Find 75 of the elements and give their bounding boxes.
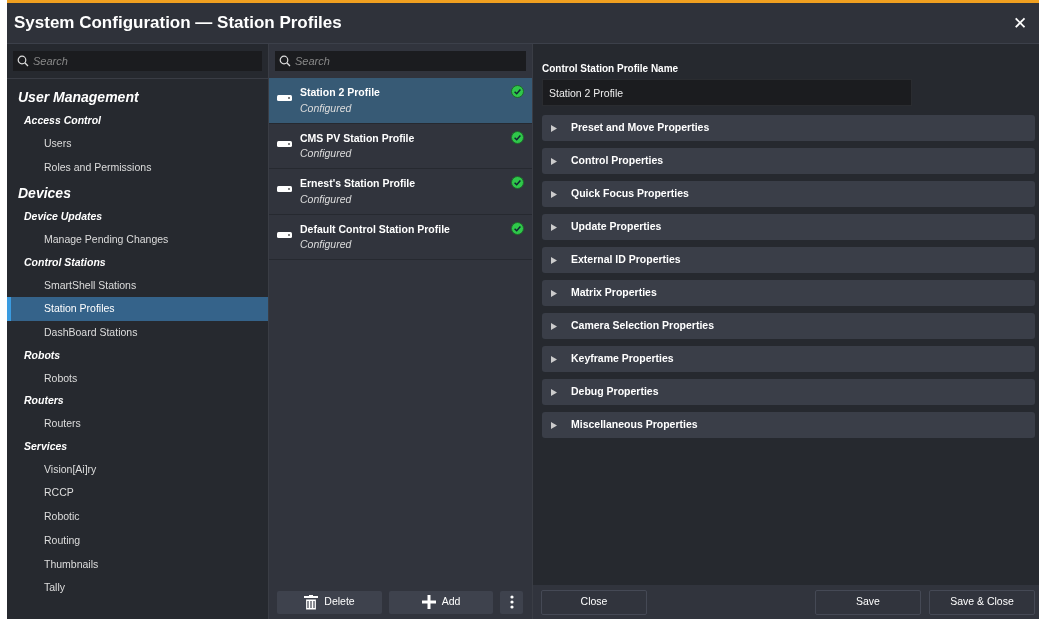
- group-heading: Routers: [23, 393, 65, 409]
- accordion-header[interactable]: Control Properties: [542, 148, 1035, 174]
- group-heading: Access Control: [23, 113, 103, 128]
- caret-icon: [551, 190, 557, 198]
- sidebar-item[interactable]: Station Profiles: [7, 297, 268, 321]
- group-heading: Services: [23, 438, 69, 454]
- accordion-header[interactable]: Camera Selection Properties: [542, 313, 1035, 339]
- close-button[interactable]: Close: [541, 589, 647, 615]
- accordion-header[interactable]: Preset and Move Properties: [542, 115, 1035, 141]
- accordion-header[interactable]: Update Properties: [542, 214, 1035, 240]
- profile-item[interactable]: CMS PV Station Profile Configured: [269, 123, 532, 169]
- accordion-header[interactable]: Debug Properties: [542, 379, 1035, 405]
- name-field[interactable]: Station 2 Profile: [542, 79, 912, 106]
- accordion-header[interactable]: Quick Focus Properties: [542, 181, 1035, 207]
- profile-status: Configured: [300, 191, 353, 207]
- sidebar-item[interactable]: Manage Pending Changes: [7, 228, 268, 252]
- accordion-header[interactable]: Keyframe Properties: [542, 346, 1035, 372]
- caret-icon: [551, 355, 557, 363]
- sidebar-item[interactable]: Vision[Ai]ry: [7, 457, 268, 482]
- group-heading: Control Stations: [23, 254, 107, 270]
- sidebar-item[interactable]: Thumbnails: [7, 552, 268, 577]
- profile-name: Default Control Station Profile: [300, 221, 451, 237]
- section-heading: Devices: [17, 184, 72, 204]
- accordion-header[interactable]: External ID Properties: [542, 247, 1035, 273]
- search-field[interactable]: Search: [13, 51, 262, 71]
- delete-button[interactable]: Delete: [277, 590, 382, 614]
- save-button[interactable]: Save: [815, 589, 921, 615]
- search-icon: [279, 55, 291, 67]
- sidebar-item[interactable]: DashBoard Stations: [7, 321, 268, 345]
- accordion-header[interactable]: Matrix Properties: [542, 280, 1035, 306]
- profile-item[interactable]: Default Control Station Profile Configured: [269, 214, 532, 260]
- station-icon: [277, 231, 292, 238]
- station-icon: [277, 95, 292, 101]
- sidebar-item[interactable]: Roles and Permissions: [7, 155, 268, 180]
- caret-icon: [551, 289, 557, 297]
- sidebar-item[interactable]: SmartShell Stations: [7, 273, 268, 298]
- close-button[interactable]: ✕: [1009, 14, 1031, 32]
- sidebar-item[interactable]: Tally: [7, 576, 268, 600]
- trash-icon: [304, 594, 319, 610]
- caret-icon: [551, 388, 557, 396]
- more-icon: [509, 595, 514, 609]
- station-icon: [277, 140, 292, 147]
- more-button[interactable]: [500, 590, 523, 614]
- sidebar-item[interactable]: Routers: [7, 412, 268, 436]
- sidebar-item[interactable]: Routing: [7, 528, 268, 553]
- profile-item[interactable]: Station 2 Profile Configured: [269, 78, 532, 124]
- station-icon: [277, 186, 292, 192]
- search-field[interactable]: Search: [275, 51, 526, 71]
- profile-name: Ernest's Station Profile: [300, 176, 417, 191]
- profile-name: CMS PV Station Profile: [300, 130, 416, 146]
- sidebar-item[interactable]: Users: [7, 131, 268, 156]
- group-heading: Device Updates: [23, 209, 104, 225]
- profile-item[interactable]: Ernest's Station Profile Configured: [269, 169, 532, 215]
- section-heading: User Management: [17, 88, 140, 107]
- accordion-header[interactable]: Miscellaneous Properties: [542, 412, 1035, 438]
- caret-icon: [551, 124, 557, 132]
- field-label: Control Station Profile Name: [542, 62, 680, 76]
- caret-icon: [551, 157, 557, 165]
- search-icon: [17, 55, 29, 67]
- caret-icon: [551, 256, 557, 264]
- sidebar-item[interactable]: Robotic: [7, 505, 268, 529]
- profile-status: Configured: [300, 100, 353, 116]
- profile-status: Configured: [300, 237, 353, 253]
- window-title: System Configuration — Station Profiles: [14, 12, 342, 35]
- add-button[interactable]: Add: [389, 590, 493, 614]
- plus-icon: [421, 595, 436, 609]
- caret-icon: [551, 421, 557, 429]
- caret-icon: [551, 322, 557, 330]
- profile-status: Configured: [300, 146, 353, 162]
- caret-icon: [551, 223, 557, 231]
- group-heading: Robots: [23, 347, 62, 363]
- sidebar-item[interactable]: RCCP: [7, 481, 268, 505]
- profile-name: Station 2 Profile: [300, 85, 381, 100]
- sidebar-item[interactable]: Robots: [7, 366, 268, 391]
- save-button[interactable]: Save & Close: [929, 589, 1035, 615]
